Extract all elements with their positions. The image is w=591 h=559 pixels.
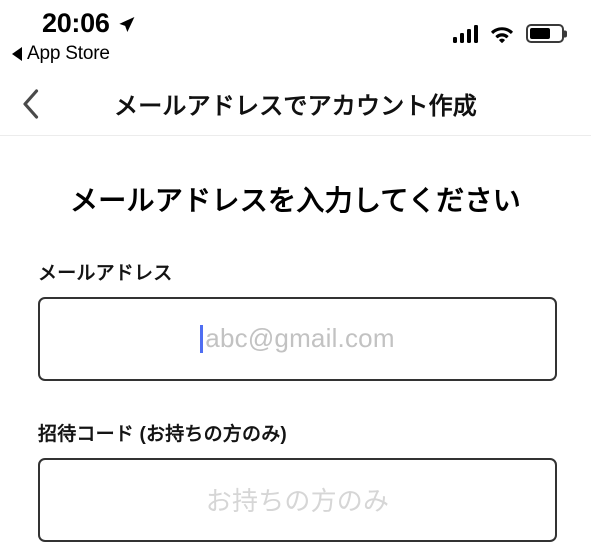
email-field-label: メールアドレス: [38, 262, 173, 284]
location-arrow-icon: [118, 16, 134, 32]
email-placeholder: abc@gmail.com: [205, 323, 395, 354]
invite-code-placeholder: お持ちの方のみ: [205, 486, 390, 517]
main-content: メールアドレスを入力してください メールアドレス abc@gmail.com 招…: [0, 184, 591, 542]
nav-back-button[interactable]: [8, 82, 52, 126]
page-title: メールアドレスでアカウント作成: [114, 93, 477, 120]
app-screen: 20:06 App Store メールアドレスでアカウント作成 メールアドレスを…: [0, 0, 591, 559]
invite-code-field-group: 招待コード (お持ちの方のみ) お持ちの方のみ: [38, 419, 557, 542]
back-to-app-store-button[interactable]: App Store: [12, 44, 110, 63]
cellular-signal-icon: [452, 24, 478, 43]
status-time-group: 20:06: [42, 10, 136, 37]
battery-cap: [564, 30, 567, 37]
text-caret: [200, 324, 204, 353]
navigation-bar: メールアドレスでアカウント作成: [0, 72, 591, 136]
email-placeholder-row: abc@gmail.com: [200, 323, 394, 354]
form-heading: メールアドレスを入力してください: [69, 185, 522, 216]
status-indicators: [452, 24, 567, 43]
email-field-group: メールアドレス abc@gmail.com: [38, 258, 557, 381]
status-time: 20:06: [42, 8, 110, 38]
invite-code-field-label: 招待コード (お持ちの方のみ): [38, 423, 287, 445]
email-input[interactable]: abc@gmail.com: [38, 296, 557, 381]
battery-icon: [526, 24, 567, 43]
back-app-label: App Store: [27, 43, 110, 64]
battery-fill: [530, 28, 550, 39]
status-bar: 20:06 App Store: [0, 0, 591, 72]
invite-code-input[interactable]: お持ちの方のみ: [38, 457, 557, 542]
chevron-left-icon: [22, 88, 38, 119]
wifi-icon: [491, 26, 513, 43]
back-triangle-icon: [12, 46, 22, 61]
